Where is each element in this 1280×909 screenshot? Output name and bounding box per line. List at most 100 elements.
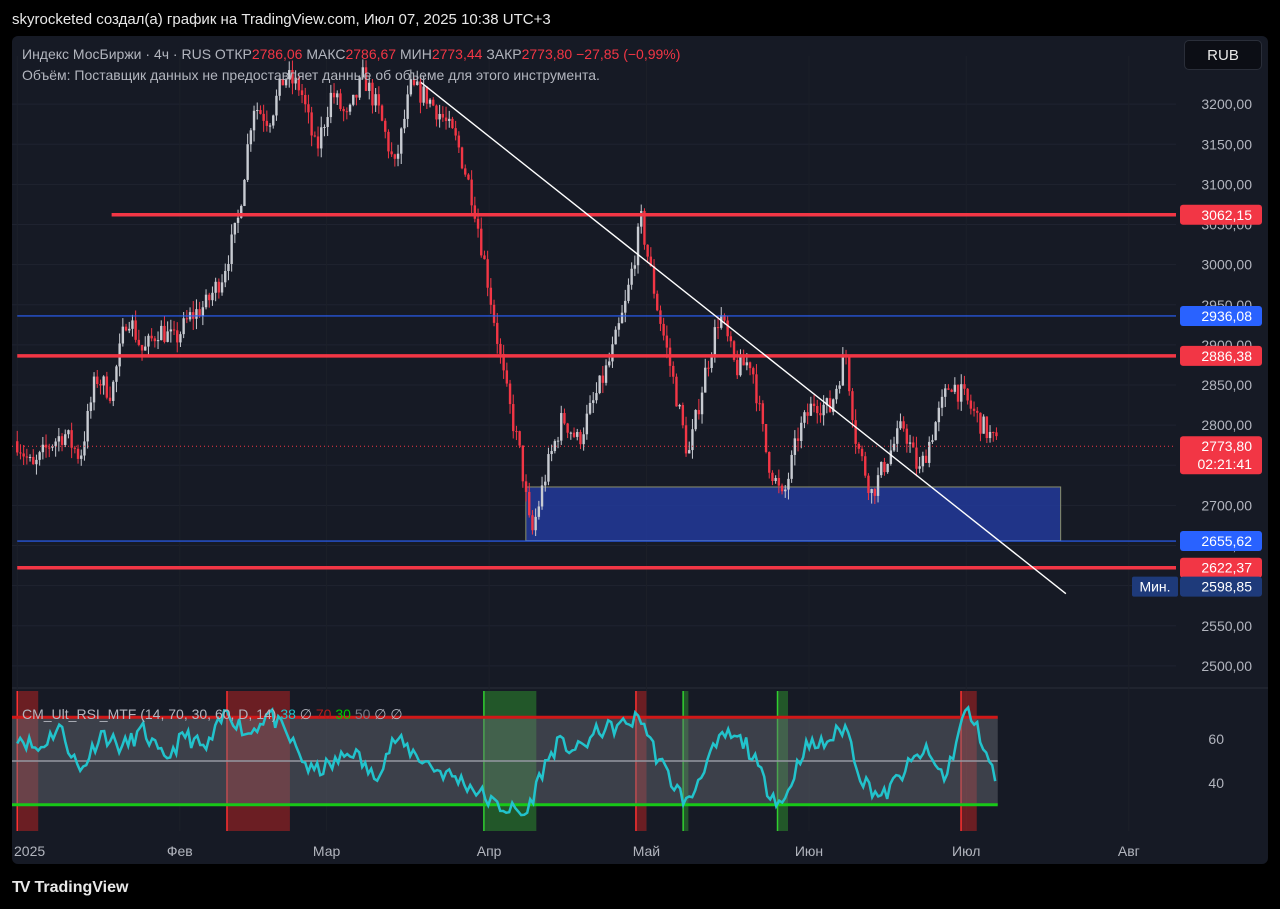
candle-body bbox=[105, 376, 109, 398]
candle-body bbox=[713, 327, 717, 356]
candle-body bbox=[620, 312, 624, 324]
rsi-mid-value: 50 bbox=[354, 706, 371, 722]
candle-body bbox=[144, 346, 147, 351]
candle-body bbox=[480, 228, 483, 256]
candle-body bbox=[406, 94, 409, 119]
candlestick-chart[interactable]: 3200,003150,003100,003050,003000,002950,… bbox=[12, 36, 1268, 864]
currency-button[interactable]: RUB bbox=[1184, 40, 1262, 70]
candle-body bbox=[441, 113, 445, 118]
candle-body bbox=[57, 436, 61, 442]
candle-body bbox=[672, 365, 675, 377]
candle-body bbox=[995, 432, 998, 437]
candle-body bbox=[272, 115, 275, 126]
price-label: 2655,62 bbox=[1201, 533, 1252, 549]
candle-body bbox=[329, 92, 333, 118]
candle-body bbox=[780, 485, 784, 492]
candle-body bbox=[89, 402, 93, 411]
candle-body bbox=[438, 113, 441, 120]
candle-body bbox=[745, 362, 749, 366]
candle-body bbox=[166, 331, 169, 342]
candle-body bbox=[569, 432, 573, 434]
tradingview-footer[interactable]: TV TradingView bbox=[12, 876, 128, 900]
candle-body bbox=[246, 144, 249, 180]
candle-body bbox=[342, 108, 345, 112]
candle-body bbox=[688, 450, 691, 454]
rsi-name[interactable]: CM_Ult_RSI_MTF (14, 70, 30, 60, D, 14) bbox=[22, 706, 276, 722]
candle-body bbox=[771, 472, 774, 482]
candle-body bbox=[352, 94, 355, 105]
candle-body bbox=[992, 432, 995, 434]
open-label: ОТКР bbox=[214, 46, 252, 62]
candle-body bbox=[563, 413, 566, 424]
candle-body bbox=[608, 361, 611, 366]
candle-body bbox=[486, 259, 489, 288]
candle-body bbox=[915, 447, 918, 469]
candle-body bbox=[172, 329, 176, 331]
candle-body bbox=[448, 118, 451, 121]
candle-body bbox=[579, 432, 582, 445]
candle-body bbox=[912, 442, 915, 448]
candle-body bbox=[60, 436, 64, 445]
price-label: 2622,37 bbox=[1201, 560, 1252, 576]
candle-body bbox=[371, 82, 374, 106]
candle-body bbox=[928, 441, 931, 463]
candle-body bbox=[64, 434, 67, 445]
candle-body bbox=[691, 429, 694, 451]
candle-body bbox=[70, 430, 73, 448]
candle-body bbox=[716, 327, 720, 329]
candle-body bbox=[544, 481, 547, 486]
candle-body bbox=[512, 404, 515, 432]
candle-body bbox=[652, 265, 656, 294]
candle-body bbox=[700, 392, 704, 415]
candle-body bbox=[553, 441, 557, 452]
candle-body bbox=[265, 120, 269, 126]
candle-body bbox=[102, 376, 105, 386]
candle-body bbox=[112, 381, 115, 401]
rsi-legend[interactable]: CM_Ult_RSI_MTF (14, 70, 30, 60, D, 14) 3… bbox=[22, 706, 403, 723]
candle-body bbox=[592, 400, 595, 403]
candle-body bbox=[332, 92, 336, 98]
candle-body bbox=[515, 431, 518, 433]
candle-body bbox=[537, 506, 541, 517]
candle-body bbox=[236, 217, 240, 223]
candle-body bbox=[764, 423, 768, 453]
brand-name: TradingView bbox=[34, 879, 129, 896]
candle-body bbox=[176, 330, 179, 343]
candle-body bbox=[969, 400, 973, 409]
open-value: 2786,06 bbox=[251, 46, 303, 62]
candle-body bbox=[758, 403, 761, 405]
candle-body bbox=[947, 388, 950, 390]
candle-body bbox=[470, 179, 473, 206]
candle-body bbox=[636, 226, 640, 266]
candle-body bbox=[38, 452, 41, 460]
candle-body bbox=[809, 403, 813, 416]
candle-body bbox=[665, 335, 669, 348]
candle-body bbox=[252, 110, 256, 131]
candle-body bbox=[518, 431, 521, 446]
chart-pane[interactable]: 3200,003150,003100,003050,003000,002950,… bbox=[12, 36, 1268, 864]
candle-body bbox=[108, 397, 112, 401]
candle-body bbox=[902, 421, 905, 429]
candle-body bbox=[224, 270, 227, 283]
candle-body bbox=[864, 456, 867, 476]
candle-body bbox=[28, 456, 32, 458]
candle-body bbox=[796, 438, 800, 441]
symbol-label[interactable]: Индекс МосБиржи · 4ч · RUS bbox=[22, 46, 211, 62]
x-tick-label: Июл bbox=[952, 843, 980, 859]
candle-body bbox=[870, 489, 873, 494]
candle-body bbox=[790, 454, 793, 479]
candle-body bbox=[86, 410, 89, 442]
candle-body bbox=[675, 376, 678, 407]
candle-body bbox=[432, 99, 435, 106]
candle-body bbox=[428, 99, 432, 104]
candle-body bbox=[630, 268, 633, 285]
candle-body bbox=[899, 421, 902, 429]
candle-body bbox=[249, 130, 253, 145]
candle-body bbox=[150, 335, 153, 339]
candle-body bbox=[761, 403, 765, 424]
candle-body bbox=[617, 323, 621, 330]
candle-body bbox=[931, 440, 934, 442]
candle-body bbox=[982, 416, 985, 434]
candle-body bbox=[707, 367, 710, 369]
candle-body bbox=[259, 110, 262, 114]
